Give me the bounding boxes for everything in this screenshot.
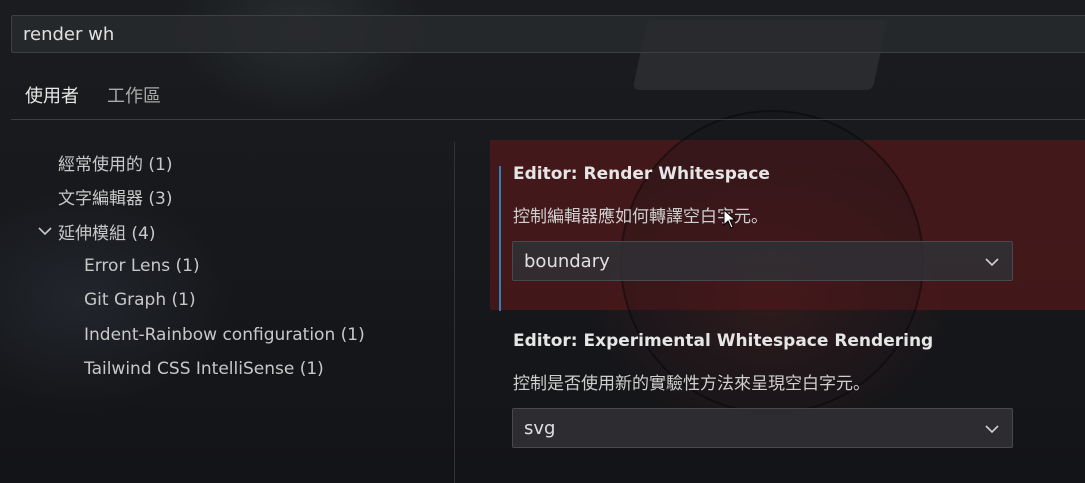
chevron-down-icon [32, 223, 58, 239]
tabs-divider [11, 119, 1085, 120]
tab-workspace[interactable]: 工作區 [93, 74, 175, 112]
mouse-cursor-icon [723, 209, 737, 229]
toc-item-tailwind-css[interactable]: Tailwind CSS IntelliSense (1) [0, 352, 450, 387]
whitespace-rendering-select[interactable]: svg [512, 408, 1013, 448]
toc-item-label: Error Lens (1) [84, 255, 200, 276]
toc-item-error-lens[interactable]: Error Lens (1) [0, 249, 450, 284]
setting-description: 控制是否使用新的實驗性方法來呈現空白字元。 [513, 374, 870, 394]
tab-user[interactable]: 使用者 [11, 74, 93, 120]
search-input-value: render wh [23, 23, 115, 45]
setting-title: Editor: Experimental Whitespace Renderin… [513, 331, 934, 351]
toc-item-label: 延伸模組 (4) [58, 223, 156, 244]
settings-toc-tree: 經常使用的 (1) 文字編輯器 (3) 延伸模組 (4) Error Lens … [0, 145, 450, 387]
toc-item-commonly-used[interactable]: 經常使用的 (1) [0, 145, 450, 180]
toc-item-label: 經常使用的 (1) [58, 154, 173, 175]
select-value: boundary [524, 250, 610, 272]
setting-focus-indicator [499, 166, 501, 311]
toc-item-label: Git Graph (1) [84, 290, 196, 311]
settings-scope-tabs: 使用者 工作區 [11, 74, 175, 120]
toc-item-git-graph[interactable]: Git Graph (1) [0, 283, 450, 318]
toc-item-label: Tailwind CSS IntelliSense (1) [84, 359, 324, 380]
chevron-down-icon [985, 425, 999, 434]
toc-item-indent-rainbow[interactable]: Indent-Rainbow configuration (1) [0, 318, 450, 353]
settings-search-input[interactable]: render wh [11, 15, 1085, 53]
toc-item-extensions[interactable]: 延伸模組 (4) [0, 214, 450, 249]
render-whitespace-select[interactable]: boundary [512, 241, 1013, 281]
panel-divider [454, 142, 455, 483]
toc-item-text-editor[interactable]: 文字編輯器 (3) [0, 180, 450, 215]
chevron-down-icon [985, 258, 999, 267]
select-value: svg [524, 417, 556, 439]
setting-title: Editor: Render Whitespace [513, 164, 770, 184]
toc-item-label: 文字編輯器 (3) [58, 189, 173, 210]
settings-editor: render wh 使用者 工作區 經常使用的 (1) 文字編輯器 (3) 延伸… [0, 0, 1085, 483]
toc-item-label: Indent-Rainbow configuration (1) [84, 324, 365, 345]
